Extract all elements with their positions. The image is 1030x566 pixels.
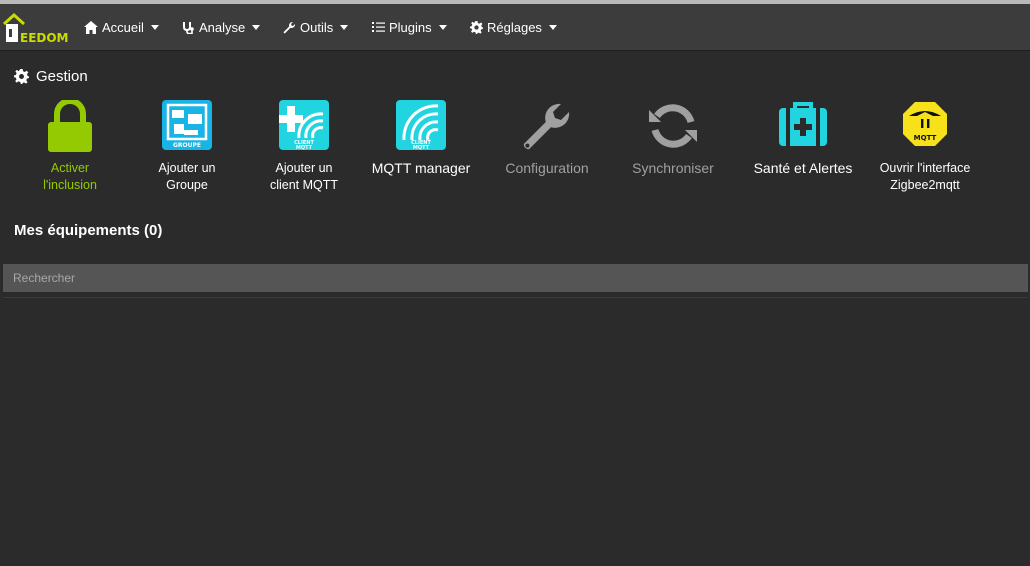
tile-sante-alertes[interactable]: Santé et Alertes (748, 100, 858, 177)
home-icon (84, 20, 98, 34)
chevron-down-icon (438, 24, 447, 30)
wrench-icon (283, 21, 296, 33)
mqtt-manager-icon: CLIENTMQTT (396, 100, 446, 150)
jeedom-logo[interactable]: EEDOM (2, 10, 69, 45)
search-input[interactable] (3, 264, 1028, 292)
gestion-title-text: Gestion (36, 68, 88, 85)
tile-label: Santé et Alertes (753, 160, 853, 176)
list-icon (372, 22, 385, 32)
chevron-down-icon (548, 24, 557, 30)
tile-label: Configuration (505, 160, 589, 176)
tile-mqtt-manager[interactable]: CLIENT MQTT MQTT manager (366, 100, 476, 177)
gear-icon (470, 20, 483, 34)
tile-ajouter-client-mqtt[interactable]: CLIENT MQTT Ajouter un client MQTT (249, 100, 359, 194)
menu-label: Outils (300, 19, 334, 35)
menu-plugins[interactable]: Plugins (372, 4, 447, 50)
svg-text:MQTT: MQTT (296, 145, 313, 150)
sync-icon (649, 104, 697, 148)
stethoscope-icon (183, 21, 194, 34)
tile-label: Ajouter un client MQTT (269, 161, 339, 192)
lock-icon (48, 100, 92, 152)
tile-synchroniser[interactable]: Synchroniser (618, 100, 728, 177)
svg-text:MQTT: MQTT (914, 134, 937, 142)
menu-label: Réglages (487, 19, 542, 35)
menu-label: Analyse (199, 19, 246, 35)
logo-text: EEDOM (20, 31, 69, 45)
menu-label: Plugins (389, 19, 432, 35)
menu-analyse[interactable]: Analyse (182, 4, 261, 50)
tile-label: MQTT manager (371, 160, 471, 176)
menu-label: Accueil (102, 19, 144, 35)
gestion-title: Gestion (14, 68, 88, 85)
groupe-icon: GROUPE (162, 100, 212, 150)
tile-ajouter-groupe[interactable]: GROUPE Ajouter un Groupe (132, 100, 242, 194)
wrench-icon (523, 103, 570, 150)
menu-reglages[interactable]: Réglages (470, 4, 557, 50)
tile-label: Synchroniser (632, 160, 714, 176)
equipements-title: Mes équipements (0) (14, 222, 163, 239)
chevron-down-icon (150, 24, 159, 30)
menu-outils[interactable]: Outils (283, 4, 349, 50)
svg-text:MQTT: MQTT (413, 145, 430, 150)
medkit-icon (779, 102, 827, 146)
tile-configuration[interactable]: Configuration (492, 100, 602, 177)
navbar: EEDOM Accueil Analyse Outils Plugins Rég… (0, 4, 1030, 51)
tile-ouvrir-zigbee2mqtt[interactable]: MQTT Ouvrir l'interface Zigbee2mqtt (870, 100, 980, 194)
tile-activer-inclusion[interactable]: Activer l'inclusion (15, 100, 125, 194)
chevron-down-icon (252, 24, 261, 30)
menu-accueil[interactable]: Accueil (84, 4, 159, 50)
chevron-down-icon (340, 24, 349, 30)
tile-label: Activer l'inclusion (43, 161, 97, 192)
zigbee2mqtt-icon: MQTT (903, 102, 947, 146)
tile-label: Ajouter un Groupe (158, 161, 216, 192)
add-client-mqtt-icon: CLIENTMQTT (279, 100, 329, 150)
divider (3, 297, 1028, 298)
svg-text:GROUPE: GROUPE (173, 142, 201, 149)
gear-icon (14, 69, 29, 84)
tile-label: Ouvrir l'interface Zigbee2mqtt (879, 161, 971, 192)
